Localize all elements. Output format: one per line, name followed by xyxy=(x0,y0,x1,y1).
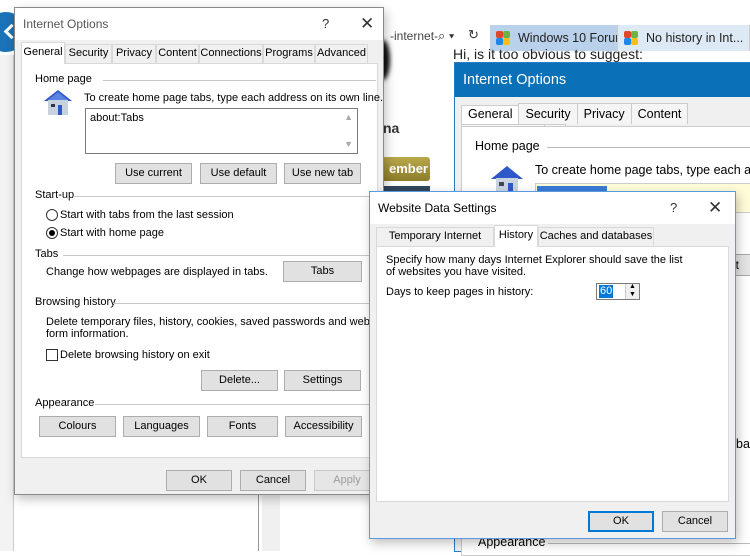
days-spinner[interactable]: 60 ▲ ▼ xyxy=(596,283,640,300)
radio-home-page[interactable] xyxy=(46,227,58,239)
spin-down-icon[interactable]: ▼ xyxy=(629,291,636,298)
delete-on-exit-checkbox[interactable] xyxy=(46,349,58,361)
appearance-group-label: Appearance xyxy=(35,397,95,409)
tab-label: No history in Int... xyxy=(646,31,744,45)
close-icon[interactable]: ✕ xyxy=(360,8,374,40)
radio-last-session-label[interactable]: Start with tabs from the last session xyxy=(60,209,234,221)
radio-last-session[interactable] xyxy=(46,209,58,221)
home-page-group-label: Home page xyxy=(35,73,92,85)
embedded-help-text: To create home page tabs, type each add xyxy=(535,163,750,177)
embedded-tab: Security xyxy=(518,103,578,124)
tab-temporary-internet-files[interactable]: Temporary Internet Files xyxy=(376,227,494,259)
divider xyxy=(73,196,376,197)
use-current-button[interactable]: Use current xyxy=(115,163,192,184)
divider xyxy=(548,543,750,544)
tab-label: Windows 10 Forum... xyxy=(518,31,617,45)
browsing-history-group-label: Browsing history xyxy=(35,296,116,308)
search-icon[interactable]: ⌕ ▾ xyxy=(438,28,454,44)
divider xyxy=(63,255,376,256)
radio-home-page-label[interactable]: Start with home page xyxy=(60,227,164,239)
history-description: Specify how many days Internet Explorer … xyxy=(386,254,683,266)
spinner-buttons: ▲ ▼ xyxy=(625,283,639,299)
use-default-button[interactable]: Use default xyxy=(200,163,277,184)
house-icon xyxy=(44,90,72,115)
username-fragment: na xyxy=(383,120,400,136)
tab-advanced[interactable]: Advanced xyxy=(315,44,368,63)
tab-content[interactable]: Content xyxy=(156,44,199,63)
home-page-input[interactable]: about:Tabs ▲ ▼ xyxy=(85,108,358,154)
embedded-tab: Privacy xyxy=(576,103,632,124)
website-data-settings-dialog: Website Data Settings ? ✕ Temporary Inte… xyxy=(369,191,736,539)
cancel-button[interactable]: Cancel xyxy=(240,470,306,491)
tab-general[interactable]: General xyxy=(21,42,65,64)
embedded-title: Internet Options xyxy=(455,63,750,97)
use-new-tab-button[interactable]: Use new tab xyxy=(284,163,361,184)
embedded-tab: Content xyxy=(630,103,689,124)
tab-connections[interactable]: Connections xyxy=(199,44,263,63)
ok-button[interactable]: OK xyxy=(166,470,232,491)
title-bar: Internet Options ? ✕ xyxy=(15,8,383,40)
accessibility-button[interactable]: Accessibility xyxy=(285,416,362,437)
title-bar: Website Data Settings ? ✕ xyxy=(370,192,735,224)
colours-button[interactable]: Colours xyxy=(39,416,116,437)
browsing-history-description-2: form information. xyxy=(46,328,129,340)
divider xyxy=(103,80,376,81)
internet-options-dialog: Internet Options ? ✕ General Security Pr… xyxy=(14,7,384,495)
days-label: Days to keep pages in history: xyxy=(386,286,534,298)
tab-security[interactable]: Security xyxy=(65,44,112,63)
scroll-down-icon[interactable]: ▼ xyxy=(344,139,353,149)
tab-programs[interactable]: Programs xyxy=(263,44,315,63)
delete-on-exit-label[interactable]: Delete browsing history on exit xyxy=(60,349,210,361)
post-text: Hi, is it too obvious to suggest: xyxy=(453,46,643,62)
help-icon[interactable]: ? xyxy=(670,192,677,224)
tab-strip: General Security Privacy Content Connect… xyxy=(21,42,377,64)
divider xyxy=(95,404,376,405)
days-value[interactable]: 60 xyxy=(599,285,614,298)
tabs-button[interactable]: Tabs xyxy=(283,261,362,282)
left-panel xyxy=(0,55,14,551)
history-description-2: of websites you have visited. xyxy=(386,266,527,278)
languages-button[interactable]: Languages xyxy=(123,416,200,437)
windows-logo-icon xyxy=(496,31,510,45)
embedded-tab: General xyxy=(461,105,520,124)
fonts-button[interactable]: Fonts xyxy=(207,416,278,437)
divider xyxy=(113,303,376,304)
scroll-up-icon[interactable]: ▲ xyxy=(344,112,353,122)
windows-logo-icon xyxy=(624,31,638,45)
tab-caches-and-databases[interactable]: Caches and databases xyxy=(538,227,654,246)
embedded-tabs: GeneralSecurityPrivacyContentConnections… xyxy=(461,103,750,145)
home-page-help-text: To create home page tabs, type each addr… xyxy=(84,92,384,104)
tabs-group-label: Tabs xyxy=(35,248,59,260)
history-panel xyxy=(376,246,729,502)
settings-button[interactable]: Settings xyxy=(284,370,361,391)
browsing-history-description: Delete temporary files, history, cookies… xyxy=(46,316,370,328)
startup-group-label: Start-up xyxy=(35,189,75,201)
ok-button[interactable]: OK xyxy=(588,511,654,532)
tab-privacy[interactable]: Privacy xyxy=(112,44,156,63)
delete-button[interactable]: Delete... xyxy=(201,370,278,391)
dialog-title: Internet Options xyxy=(23,17,109,31)
cancel-button[interactable]: Cancel xyxy=(662,511,728,532)
help-icon[interactable]: ? xyxy=(322,8,329,40)
tab-history[interactable]: History xyxy=(494,225,538,247)
tab-strip: Temporary Internet Files History Caches … xyxy=(376,225,730,259)
tabs-description: Change how webpages are displayed in tab… xyxy=(46,266,268,278)
refresh-icon[interactable]: ↻ xyxy=(468,27,479,43)
spin-up-icon[interactable]: ▲ xyxy=(629,283,636,290)
close-icon[interactable]: ✕ xyxy=(708,192,722,224)
embedded-text-fragment: bas xyxy=(736,437,750,451)
dialog-title: Website Data Settings xyxy=(378,201,497,215)
home-page-value: about:Tabs xyxy=(90,112,144,124)
embedded-home-label: Home page xyxy=(475,139,540,153)
member-badge: ember xyxy=(382,157,430,181)
divider xyxy=(547,147,750,148)
